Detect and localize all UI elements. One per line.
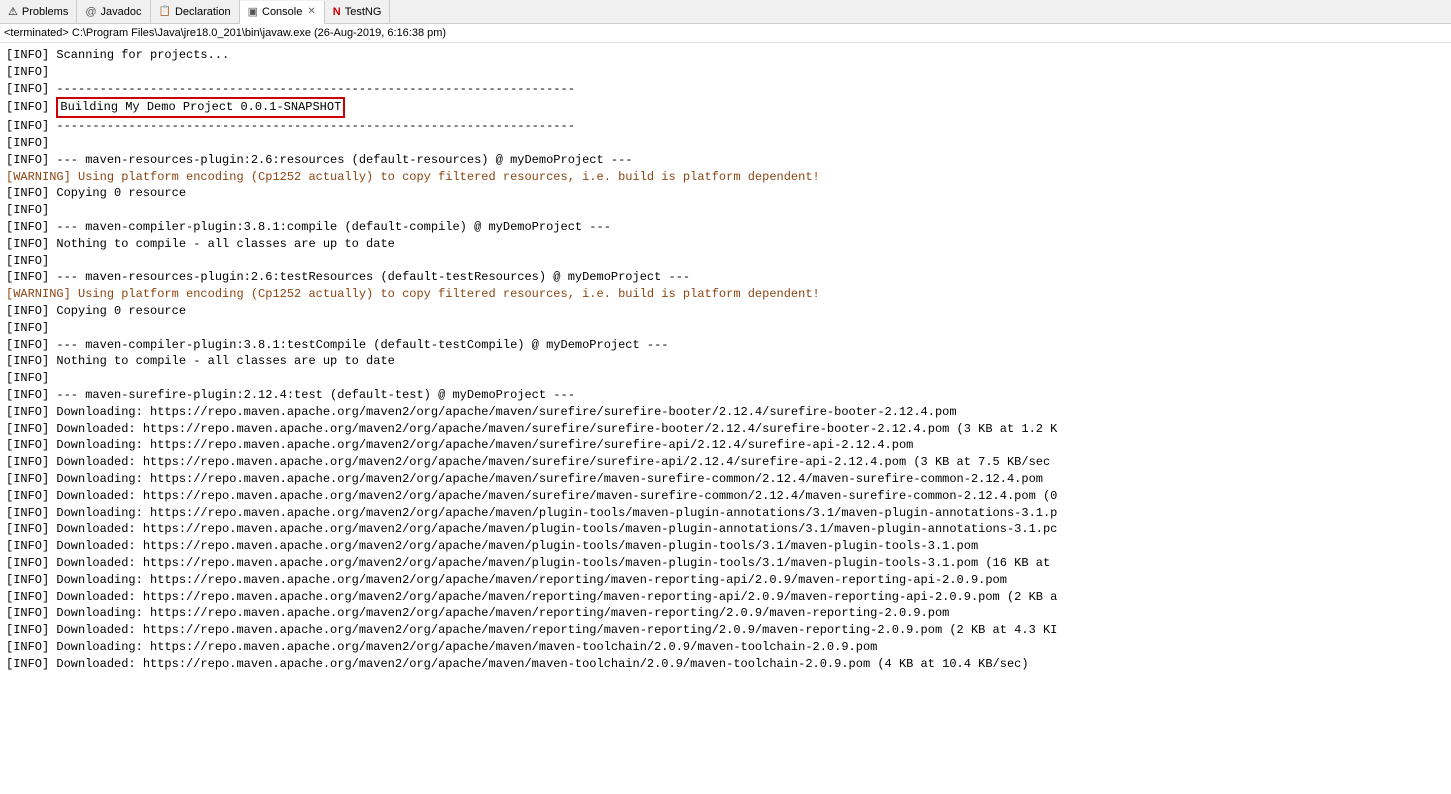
console-line: [INFO] Downloading: https://repo.maven.a… [6, 437, 1445, 454]
console-line: [INFO] Downloaded: https://repo.maven.ap… [6, 421, 1445, 438]
console-line: [INFO] Downloading: https://repo.maven.a… [6, 639, 1445, 656]
problems-icon: ⚠ [8, 5, 18, 18]
console-line: [INFO] Downloaded: https://repo.maven.ap… [6, 454, 1445, 471]
tab-declaration-label: Declaration [175, 6, 231, 18]
tab-console-label: Console [262, 6, 302, 18]
console-line: [INFO] Downloading: https://repo.maven.a… [6, 505, 1445, 522]
tab-console[interactable]: ▣ Console ✕ [240, 1, 325, 24]
console-line: [INFO] Downloaded: https://repo.maven.ap… [6, 656, 1445, 673]
console-line: [INFO] --- maven-resources-plugin:2.6:te… [6, 269, 1445, 286]
console-line: [INFO] [6, 202, 1445, 219]
console-line: [INFO] [6, 253, 1445, 270]
console-line: [INFO] Building My Demo Project 0.0.1-SN… [6, 97, 1445, 118]
tab-javadoc-label: Javadoc [101, 6, 142, 18]
javadoc-icon: @ [85, 6, 96, 18]
terminated-bar: <terminated> C:\Program Files\Java\jre18… [0, 24, 1451, 43]
console-line: [WARNING] Using platform encoding (Cp125… [6, 169, 1445, 186]
console-line: [INFO] Downloading: https://repo.maven.a… [6, 572, 1445, 589]
console-line: [INFO] [6, 370, 1445, 387]
console-line: [INFO] Scanning for projects... [6, 47, 1445, 64]
console-line: [INFO] --- maven-compiler-plugin:3.8.1:c… [6, 219, 1445, 236]
console-line: [INFO] Downloaded: https://repo.maven.ap… [6, 488, 1445, 505]
tab-testng-label: TestNG [345, 6, 382, 18]
console-line: [INFO] --- maven-surefire-plugin:2.12.4:… [6, 387, 1445, 404]
tab-declaration[interactable]: 📋 Declaration [151, 0, 240, 23]
console-line: [INFO] Downloading: https://repo.maven.a… [6, 605, 1445, 622]
console-line: [INFO] Copying 0 resource [6, 185, 1445, 202]
console-line: [INFO] [6, 320, 1445, 337]
console-line: [INFO] ---------------------------------… [6, 81, 1445, 98]
declaration-icon: 📋 [159, 6, 171, 17]
console-line: [INFO] --- maven-resources-plugin:2.6:re… [6, 152, 1445, 169]
console-line: [INFO] ---------------------------------… [6, 118, 1445, 135]
console-line: [INFO] [6, 64, 1445, 81]
console-close-button[interactable]: ✕ [307, 6, 315, 17]
testng-icon: N [333, 6, 341, 18]
console-line: [INFO] Downloaded: https://repo.maven.ap… [6, 538, 1445, 555]
terminated-text: <terminated> C:\Program Files\Java\jre18… [4, 27, 446, 39]
console-line: [INFO] Copying 0 resource [6, 303, 1445, 320]
console-line: [WARNING] Using platform encoding (Cp125… [6, 286, 1445, 303]
console-line: [INFO] --- maven-compiler-plugin:3.8.1:t… [6, 337, 1445, 354]
console-line: [INFO] Downloaded: https://repo.maven.ap… [6, 622, 1445, 639]
console-line: [INFO] Downloading: https://repo.maven.a… [6, 471, 1445, 488]
tab-bar: ⚠ Problems @ Javadoc 📋 Declaration ▣ Con… [0, 0, 1451, 24]
console-line: [INFO] [6, 135, 1445, 152]
tab-problems-label: Problems [22, 6, 68, 18]
tab-javadoc[interactable]: @ Javadoc [77, 0, 150, 23]
console-line: [INFO] Downloaded: https://repo.maven.ap… [6, 589, 1445, 606]
console-line: [INFO] Nothing to compile - all classes … [6, 236, 1445, 253]
console-icon: ▣ [248, 5, 258, 18]
console-line: [INFO] Downloading: https://repo.maven.a… [6, 404, 1445, 421]
tab-testng[interactable]: N TestNG [325, 0, 391, 23]
console-line: [INFO] Nothing to compile - all classes … [6, 353, 1445, 370]
tab-problems[interactable]: ⚠ Problems [0, 0, 77, 23]
console-line: [INFO] Downloaded: https://repo.maven.ap… [6, 555, 1445, 572]
console-output: [INFO] Scanning for projects...[INFO][IN… [0, 43, 1451, 787]
console-line: [INFO] Downloaded: https://repo.maven.ap… [6, 521, 1445, 538]
